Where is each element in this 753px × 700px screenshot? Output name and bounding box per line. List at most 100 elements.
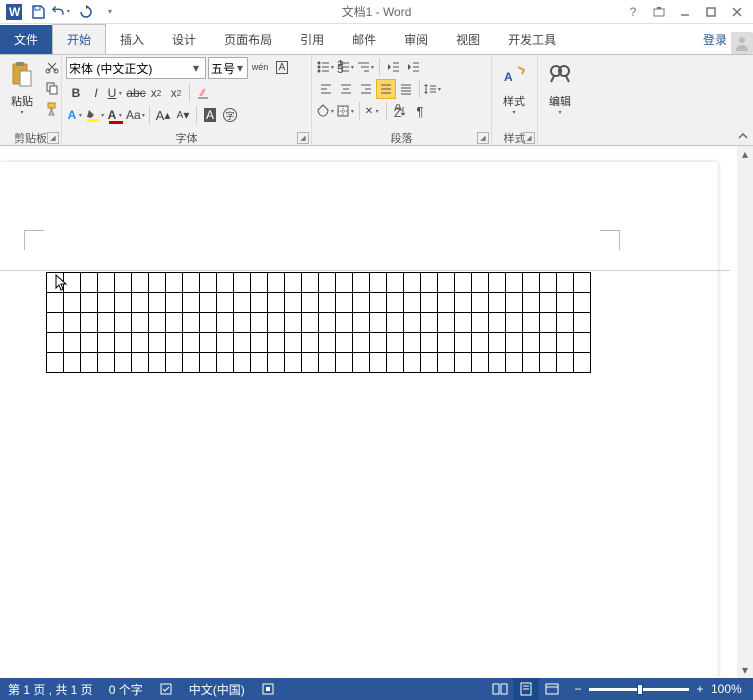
zoom-thumb[interactable] <box>637 684 643 695</box>
view-web-icon[interactable] <box>539 678 565 700</box>
table-cell[interactable] <box>64 293 81 313</box>
text-effects-icon[interactable]: A▾ <box>66 105 86 125</box>
status-proofing-icon[interactable] <box>151 678 181 700</box>
table-cell[interactable] <box>472 273 489 293</box>
table-cell[interactable] <box>132 333 149 353</box>
table-cell[interactable] <box>353 333 370 353</box>
editing-button[interactable]: 编辑 ▾ <box>542 57 578 118</box>
table-cell[interactable] <box>217 293 234 313</box>
table-cell[interactable] <box>183 353 200 373</box>
table-cell[interactable] <box>438 293 455 313</box>
table-cell[interactable] <box>149 333 166 353</box>
table-cell[interactable] <box>47 353 64 373</box>
table-cell[interactable] <box>200 293 217 313</box>
table-cell[interactable] <box>149 293 166 313</box>
decrease-indent-icon[interactable] <box>383 57 403 77</box>
table-cell[interactable] <box>540 353 557 373</box>
table-cell[interactable] <box>574 333 591 353</box>
table-cell[interactable] <box>302 353 319 373</box>
table-cell[interactable] <box>489 353 506 373</box>
zoom-level[interactable]: 100% <box>711 682 747 696</box>
increase-indent-icon[interactable] <box>403 57 423 77</box>
table-cell[interactable] <box>472 333 489 353</box>
styles-button[interactable]: A 样式 ▾ <box>496 57 532 118</box>
align-justify-icon[interactable] <box>376 79 396 99</box>
asian-layout-icon[interactable]: ✕▾ <box>363 101 383 121</box>
table-cell[interactable] <box>574 353 591 373</box>
table-cell[interactable] <box>64 273 81 293</box>
table-cell[interactable] <box>234 273 251 293</box>
table-cell[interactable] <box>370 293 387 313</box>
status-macro-icon[interactable] <box>253 678 283 700</box>
table-cell[interactable] <box>540 273 557 293</box>
table-cell[interactable] <box>540 333 557 353</box>
table-cell[interactable] <box>234 333 251 353</box>
table-cell[interactable] <box>268 333 285 353</box>
table-cell[interactable] <box>455 273 472 293</box>
table-cell[interactable] <box>115 333 132 353</box>
show-marks-icon[interactable]: ¶ <box>410 101 430 121</box>
table-cell[interactable] <box>319 293 336 313</box>
table-cell[interactable] <box>115 313 132 333</box>
table-cell[interactable] <box>251 293 268 313</box>
qat-customize-icon[interactable]: ▾ <box>100 2 120 22</box>
table-cell[interactable] <box>234 353 251 373</box>
table-cell[interactable] <box>489 313 506 333</box>
maximize-icon[interactable] <box>699 2 723 22</box>
table-cell[interactable] <box>319 313 336 333</box>
paste-button[interactable]: 粘贴 ▾ <box>4 57 40 118</box>
table-cell[interactable] <box>387 273 404 293</box>
tab-layout[interactable]: 页面布局 <box>210 25 286 54</box>
table-cell[interactable] <box>557 293 574 313</box>
copy-icon[interactable] <box>42 78 62 98</box>
save-icon[interactable] <box>28 2 48 22</box>
table-cell[interactable] <box>387 353 404 373</box>
table-cell[interactable] <box>404 293 421 313</box>
launcher-styles[interactable]: ◢ <box>523 132 535 144</box>
chevron-down-icon[interactable]: ▾ <box>235 61 245 75</box>
table-cell[interactable] <box>64 333 81 353</box>
strikethrough-icon[interactable]: abc <box>126 83 146 103</box>
multilevel-list-icon[interactable]: ▾ <box>356 57 376 77</box>
align-right-icon[interactable] <box>356 79 376 99</box>
table-cell[interactable] <box>421 333 438 353</box>
font-size-combo[interactable]: 五号 ▾ <box>208 57 248 79</box>
table-cell[interactable] <box>438 313 455 333</box>
table-cell[interactable] <box>98 353 115 373</box>
table-cell[interactable] <box>370 313 387 333</box>
ribbon-display-icon[interactable] <box>647 2 671 22</box>
table-cell[interactable] <box>353 353 370 373</box>
redo-icon[interactable] <box>76 2 96 22</box>
clear-formatting-icon[interactable] <box>193 83 213 103</box>
login-link[interactable]: 登录 <box>699 25 731 54</box>
table-cell[interactable] <box>268 293 285 313</box>
table-cell[interactable] <box>217 273 234 293</box>
table-cell[interactable] <box>217 353 234 373</box>
table-cell[interactable] <box>336 333 353 353</box>
cut-icon[interactable] <box>42 57 62 77</box>
table-cell[interactable] <box>285 313 302 333</box>
table-cell[interactable] <box>302 293 319 313</box>
char-border-icon[interactable]: A <box>272 57 292 77</box>
table-cell[interactable] <box>336 313 353 333</box>
sort-icon[interactable]: AZ <box>390 101 410 121</box>
help-icon[interactable]: ? <box>621 2 645 22</box>
table-cell[interactable] <box>183 313 200 333</box>
scroll-down-icon[interactable]: ▾ <box>737 662 753 678</box>
change-case-icon[interactable]: Aa▾ <box>126 105 146 125</box>
table-cell[interactable] <box>183 273 200 293</box>
table-cell[interactable] <box>404 333 421 353</box>
table-cell[interactable] <box>421 293 438 313</box>
undo-icon[interactable]: ▾ <box>52 2 72 22</box>
table-cell[interactable] <box>370 353 387 373</box>
close-icon[interactable] <box>725 2 749 22</box>
table-cell[interactable] <box>47 293 64 313</box>
line-spacing-icon[interactable]: ▾ <box>423 79 443 99</box>
tab-home[interactable]: 开始 <box>52 24 106 55</box>
table-cell[interactable] <box>523 273 540 293</box>
launcher-font[interactable]: ◢ <box>297 132 309 144</box>
table-cell[interactable] <box>81 353 98 373</box>
table-cell[interactable] <box>81 313 98 333</box>
table-cell[interactable] <box>540 293 557 313</box>
table-cell[interactable] <box>132 313 149 333</box>
